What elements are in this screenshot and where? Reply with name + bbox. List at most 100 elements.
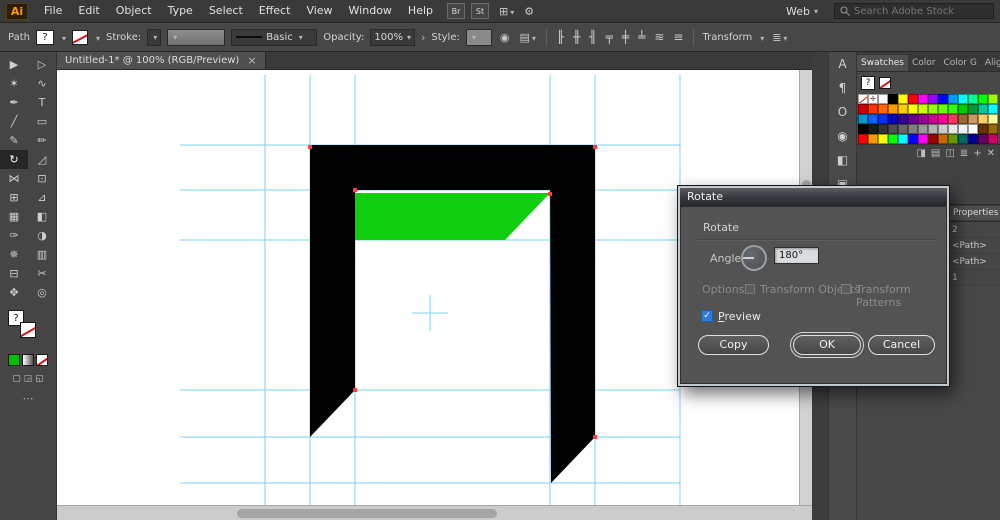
swatch[interactable] xyxy=(888,114,898,124)
menu-effect[interactable]: Effect xyxy=(251,0,299,22)
anchor-point[interactable] xyxy=(353,188,357,192)
fill-color-swatch[interactable]: ? xyxy=(35,29,54,45)
shape-left-leg[interactable] xyxy=(310,145,355,437)
panel-tab-color[interactable]: Color xyxy=(908,55,940,71)
menu-window[interactable]: Window xyxy=(341,0,400,22)
preview-checkbox[interactable]: ✓ xyxy=(701,310,713,322)
swatch[interactable] xyxy=(958,114,968,124)
draw-mode-icon-1[interactable]: ▢ xyxy=(12,374,21,384)
swatch[interactable] xyxy=(858,104,868,114)
brush-definition-dropdown[interactable]: Basic xyxy=(231,28,318,46)
swatch[interactable] xyxy=(878,124,888,134)
swatch[interactable] xyxy=(948,94,958,104)
stroke-color-swatch[interactable] xyxy=(71,29,88,45)
anchor-point[interactable] xyxy=(548,192,552,196)
swatch-libraries-icon[interactable]: ◨ xyxy=(916,148,925,159)
swatch[interactable]: ✛ xyxy=(868,94,878,104)
swatch[interactable] xyxy=(928,134,938,144)
tool-paintbrush[interactable]: ✎ xyxy=(0,131,28,150)
swatch[interactable] xyxy=(908,134,918,144)
tool-pencil[interactable]: ✏ xyxy=(28,131,56,150)
tab-properties[interactable]: Properties xyxy=(949,206,1000,220)
stock-search-box[interactable] xyxy=(834,3,994,19)
swatch[interactable] xyxy=(908,94,918,104)
swatch[interactable] xyxy=(908,124,918,134)
swatch[interactable] xyxy=(948,114,958,124)
menu-type[interactable]: Type xyxy=(160,0,201,22)
tool-graph[interactable]: ▥ xyxy=(28,245,56,264)
align-top-icon[interactable]: ╤ xyxy=(604,30,615,44)
swatch[interactable] xyxy=(868,124,878,134)
stroke-width-stepper[interactable] xyxy=(147,28,162,46)
more-options-icon[interactable]: ≣ xyxy=(770,31,789,44)
tool-rectangle[interactable]: ▭ xyxy=(28,112,56,131)
tool-line-segment[interactable]: ╱ xyxy=(0,112,28,131)
swatch-kind-icon[interactable]: ◫ xyxy=(945,148,954,159)
swatch[interactable] xyxy=(978,134,988,144)
tool-slice[interactable]: ✂ xyxy=(28,264,56,283)
workspace-switcher[interactable]: Web xyxy=(786,5,818,18)
opentype-panel-icon[interactable]: O xyxy=(829,100,856,124)
swatch[interactable] xyxy=(958,134,968,144)
menu-select[interactable]: Select xyxy=(201,0,251,22)
swatch[interactable] xyxy=(928,114,938,124)
ok-button[interactable]: OK xyxy=(790,332,864,358)
swatch[interactable] xyxy=(868,114,878,124)
horizontal-scrollbar[interactable] xyxy=(57,505,812,520)
tool-rotate[interactable]: ↻ xyxy=(0,150,28,169)
arrange-documents-icon[interactable]: ⊞ xyxy=(499,5,514,18)
swatch[interactable] xyxy=(908,104,918,114)
tool-artboard[interactable]: ⊟ xyxy=(0,264,28,283)
align-right-icon[interactable]: ╢ xyxy=(587,30,598,44)
swatch[interactable] xyxy=(968,134,978,144)
swatch[interactable] xyxy=(898,104,908,114)
swatch[interactable] xyxy=(968,124,978,134)
swatch[interactable] xyxy=(988,114,998,124)
distribute-vertical-icon[interactable]: ≡ xyxy=(671,30,685,44)
opacity-options-chevron[interactable]: › xyxy=(421,31,425,44)
tool-mesh[interactable]: ▦ xyxy=(0,207,28,226)
stock-button[interactable]: St xyxy=(471,3,489,19)
tool-direct-selection[interactable]: ▷ xyxy=(28,55,56,74)
angle-input[interactable] xyxy=(774,247,819,264)
swatch[interactable] xyxy=(918,114,928,124)
menu-edit[interactable]: Edit xyxy=(70,0,107,22)
tool-selection[interactable]: ▶ xyxy=(0,55,28,74)
anchor-point[interactable] xyxy=(593,145,597,149)
tool-symbol-sprayer[interactable]: ✵ xyxy=(0,245,28,264)
fill-stroke-proxy[interactable]: ? xyxy=(0,310,56,344)
swatch[interactable] xyxy=(958,94,968,104)
swatch[interactable] xyxy=(948,124,958,134)
align-left-icon[interactable]: ╟ xyxy=(555,30,566,44)
swatch[interactable] xyxy=(938,124,948,134)
document-tab[interactable]: Untitled-1* @ 100% (RGB/Preview) × xyxy=(57,52,266,69)
tool-hand[interactable]: ✥ xyxy=(0,283,28,302)
draw-mode-icon-2[interactable]: ◲ xyxy=(24,374,33,384)
toolbar-more-icon[interactable]: ⋯ xyxy=(0,392,56,405)
swatch[interactable] xyxy=(878,104,888,114)
tool-blend[interactable]: ◑ xyxy=(28,226,56,245)
menu-view[interactable]: View xyxy=(298,0,340,22)
swatch[interactable] xyxy=(878,94,888,104)
swatch[interactable] xyxy=(958,124,968,134)
swatch[interactable] xyxy=(918,134,928,144)
settings-gear-icon[interactable]: ⚙ xyxy=(524,5,534,18)
swatch[interactable] xyxy=(918,124,928,134)
swatch[interactable] xyxy=(888,104,898,114)
transform-panel-link[interactable]: Transform xyxy=(702,32,752,43)
panel-tab-swatches[interactable]: Swatches xyxy=(857,55,908,71)
swatch[interactable] xyxy=(938,104,948,114)
tool-type[interactable]: T xyxy=(28,93,56,112)
swatch[interactable] xyxy=(868,104,878,114)
graphic-styles-panel-icon[interactable]: ◧ xyxy=(829,148,856,172)
gradient-button[interactable] xyxy=(22,354,34,366)
swatch[interactable] xyxy=(878,114,888,124)
swatch[interactable] xyxy=(928,124,938,134)
stroke-proxy-swatch[interactable] xyxy=(20,322,36,338)
swatch[interactable] xyxy=(858,94,868,104)
align-center-icon[interactable]: ╫ xyxy=(571,30,582,44)
swatch[interactable] xyxy=(898,134,908,144)
menu-file[interactable]: File xyxy=(36,0,70,22)
tool-shape-builder[interactable]: ⊞ xyxy=(0,188,28,207)
swatch-options-icon[interactable]: ≣ xyxy=(960,148,968,159)
